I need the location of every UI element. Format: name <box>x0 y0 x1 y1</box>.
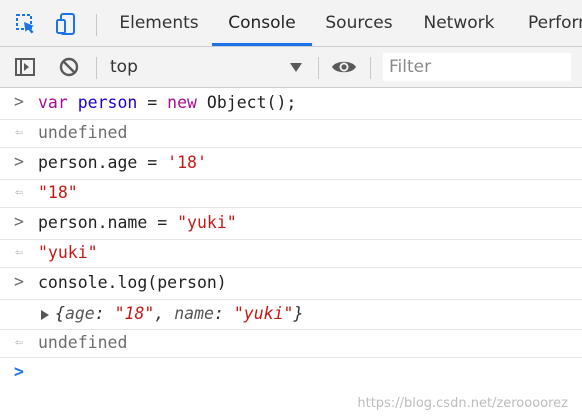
result-arrow-icon: ⇦ <box>15 185 23 200</box>
input-chevron-icon: > <box>14 272 24 291</box>
prompt-chevron-icon: > <box>14 362 24 381</box>
console-log-row: {age: "18", name: "yuki"} <box>0 300 582 330</box>
string-token: "yuki" <box>177 213 237 232</box>
result-value: "yuki" <box>38 243 98 262</box>
live-expression-eye-icon[interactable] <box>327 47 361 87</box>
console-prompt-row[interactable]: > <box>0 358 582 390</box>
console-result-row: ⇦ "yuki" <box>0 240 582 268</box>
tab-sources[interactable]: Sources <box>312 0 406 46</box>
watermark: https://blog.csdn.net/zeroooorez <box>357 396 568 411</box>
code-token: person.age = <box>38 153 168 172</box>
devtools-tab-bar: Elements Console Sources Network Perforn <box>0 0 582 47</box>
console-result-row: ⇦ "18" <box>0 180 582 208</box>
console-log: > var person = new Object(); ⇦ undefined… <box>0 88 582 419</box>
code-token: Object(); <box>196 93 297 112</box>
filter-input[interactable] <box>383 53 571 81</box>
tab-network[interactable]: Network <box>408 0 510 46</box>
keyword-token: var <box>38 93 68 112</box>
brace-token: } <box>293 304 304 323</box>
console-input-row: > person.age = '18' <box>0 148 582 180</box>
result-arrow-icon: ⇦ <box>15 125 23 140</box>
operator-token: = <box>137 93 168 112</box>
console-input-text[interactable]: console.log(person) <box>38 273 227 292</box>
result-value: "18" <box>38 183 78 202</box>
code-token: person.name = <box>38 213 178 232</box>
toolbar-separator <box>370 57 371 79</box>
device-toolbar-icon[interactable] <box>48 0 84 47</box>
console-input-row: > person.name = "yuki" <box>0 208 582 240</box>
property-value: "18" <box>114 304 155 323</box>
context-selector-label: top <box>110 57 138 77</box>
logged-object-preview[interactable]: {age: "18", name: "yuki"} <box>55 304 303 323</box>
result-value: undefined <box>38 123 128 142</box>
identifier-token: person <box>77 93 138 112</box>
colon-token: : <box>94 304 115 323</box>
toolbar-separator <box>96 57 97 79</box>
tab-elements[interactable]: Elements <box>106 0 212 46</box>
tab-bar-separator <box>96 14 97 36</box>
input-chevron-icon: > <box>14 92 24 111</box>
property-name: age <box>64 304 95 323</box>
colon-token: : <box>214 304 234 323</box>
clear-console-icon[interactable] <box>52 47 86 87</box>
result-arrow-icon: ⇦ <box>15 245 23 260</box>
input-chevron-icon: > <box>14 212 24 231</box>
expand-triangle-icon[interactable] <box>41 310 49 320</box>
console-input-text[interactable]: var person = new Object(); <box>38 93 296 112</box>
result-arrow-icon: ⇦ <box>15 335 23 350</box>
property-value: "yuki" <box>233 304 294 323</box>
keyword-token: new <box>167 93 197 112</box>
string-token: '18' <box>167 153 207 172</box>
property-name: name <box>174 304 214 323</box>
tab-console[interactable]: Console <box>212 0 312 46</box>
toolbar-separator <box>318 57 319 79</box>
console-input-row: > console.log(person) <box>0 268 582 300</box>
console-input-row: > var person = new Object(); <box>0 88 582 120</box>
chevron-down-icon <box>290 63 302 72</box>
result-value: undefined <box>38 333 128 352</box>
brace-token: { <box>55 304 65 323</box>
console-result-row: ⇦ undefined <box>0 330 582 358</box>
context-selector[interactable]: top <box>104 47 310 87</box>
console-result-row: ⇦ undefined <box>0 120 582 148</box>
sidebar-toggle-icon[interactable] <box>8 47 42 87</box>
comma-token: , <box>154 304 175 323</box>
tab-performance[interactable]: Perforn <box>512 0 582 46</box>
input-chevron-icon: > <box>14 152 24 171</box>
inspect-element-icon[interactable] <box>8 0 44 47</box>
console-toolbar: top <box>0 47 582 88</box>
console-input-text[interactable]: person.name = "yuki" <box>38 213 237 232</box>
console-input-text[interactable]: person.age = '18' <box>38 153 207 172</box>
